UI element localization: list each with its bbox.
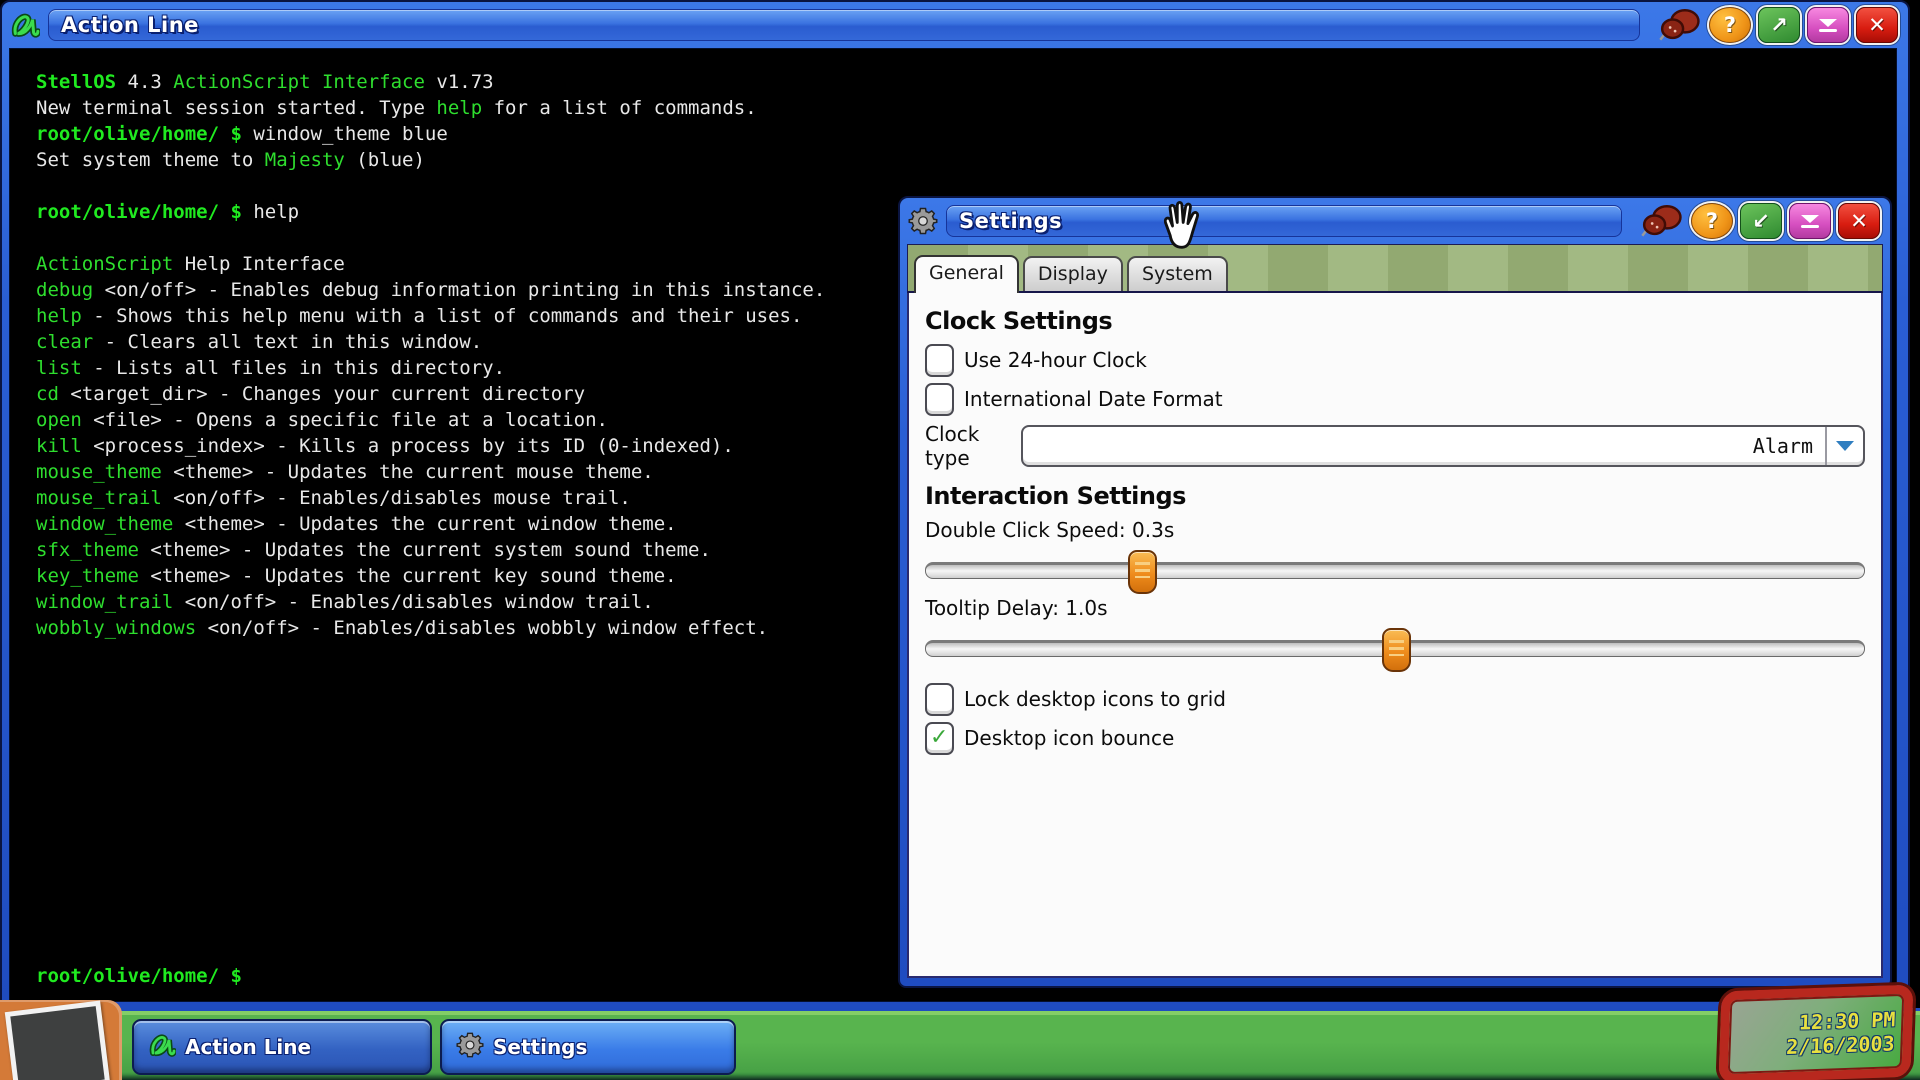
intl-date-label: International Date Format xyxy=(964,387,1223,411)
photo-icon xyxy=(5,1000,111,1080)
use-24hr-row: Use 24-hour Clock xyxy=(925,343,1865,377)
intl-date-row: International Date Format xyxy=(925,382,1865,416)
maximize-button[interactable]: ↗ xyxy=(1758,7,1800,43)
taskbar-button-settings[interactable]: Settings xyxy=(440,1019,736,1075)
clock-settings-heading: Clock Settings xyxy=(925,307,1865,335)
terminal-line: Set system theme to Majesty (blue) xyxy=(36,147,1896,173)
double-click-speed-label: Double Click Speed: 0.3s xyxy=(925,518,1865,542)
lock-grid-row: Lock desktop icons to grid xyxy=(925,682,1865,716)
tooltip-delay-label: Tooltip Delay: 1.0s xyxy=(925,596,1865,620)
clock-type-value: Alarm xyxy=(1023,434,1825,458)
tab-display[interactable]: Display xyxy=(1023,256,1123,291)
minimize-icon xyxy=(1819,19,1837,27)
action-line-icon xyxy=(148,1031,176,1063)
use-24hr-label: Use 24-hour Clock xyxy=(964,348,1147,372)
settings-title: Settings xyxy=(959,209,1062,233)
start-button[interactable] xyxy=(0,1000,122,1080)
interaction-settings-heading: Interaction Settings xyxy=(925,482,1865,510)
tooltip-delay-slider xyxy=(925,626,1865,668)
action-line-title-inset: Action Line xyxy=(48,9,1640,41)
restore-button[interactable]: ↙ xyxy=(1740,203,1782,239)
lock-grid-label: Lock desktop icons to grid xyxy=(964,687,1226,711)
minimize-bar-icon xyxy=(1801,225,1819,228)
taskbar-button-action-line[interactable]: Action Line xyxy=(132,1019,432,1075)
help-button[interactable]: ? xyxy=(1709,7,1751,43)
hand-cursor xyxy=(1158,200,1206,252)
icon-bounce-row: Desktop icon bounce xyxy=(925,721,1865,755)
icon-bounce-checkbox[interactable] xyxy=(925,722,954,755)
window-settings: Settings ? ↙ ✕ xyxy=(898,196,1892,988)
minimize-button[interactable] xyxy=(1807,7,1849,43)
use-24hr-checkbox[interactable] xyxy=(925,344,954,377)
desktop: Action Line ? ↗ ✕ xyxy=(0,0,1920,1080)
chevron-down-icon xyxy=(1836,441,1854,451)
settings-controls: ? ↙ ✕ xyxy=(1640,203,1880,239)
settings-title-inset: Settings xyxy=(946,205,1622,237)
action-line-titlebar[interactable]: Action Line ? ↗ ✕ xyxy=(2,2,1908,48)
terminal-line: StellOS 4.3 ActionScript Interface v1.73 xyxy=(36,69,1896,95)
terminal-line: root/olive/home/ $ window_theme blue xyxy=(36,121,1896,147)
slider-track[interactable] xyxy=(925,562,1865,579)
mascot-icon xyxy=(1640,204,1684,238)
icon-bounce-label: Desktop icon bounce xyxy=(964,726,1174,750)
taskbar: Action Line Settings 12:30 PM 2/16/2003 xyxy=(0,1008,1920,1080)
action-line-icon xyxy=(10,10,40,40)
close-button[interactable]: ✕ xyxy=(1838,203,1880,239)
minimize-button[interactable] xyxy=(1789,203,1831,239)
tab-system[interactable]: System xyxy=(1127,256,1228,291)
terminal-prompt[interactable]: root/olive/home/ $ xyxy=(36,965,242,987)
tray-clock[interactable]: 12:30 PM 2/16/2003 xyxy=(1718,985,1913,1080)
settings-tabstrip: General Display System xyxy=(907,244,1883,293)
dropdown-arrow-box[interactable] xyxy=(1825,427,1863,465)
close-button[interactable]: ✕ xyxy=(1856,7,1898,43)
minimize-bar-icon xyxy=(1819,29,1837,32)
intl-date-checkbox[interactable] xyxy=(925,383,954,416)
taskbar-label: Settings xyxy=(493,1035,587,1059)
action-line-title: Action Line xyxy=(61,13,199,37)
settings-titlebar[interactable]: Settings ? ↙ ✕ xyxy=(900,198,1890,244)
slider-thumb[interactable] xyxy=(1128,550,1157,594)
help-button[interactable]: ? xyxy=(1691,203,1733,239)
tab-general[interactable]: General xyxy=(914,255,1019,293)
gear-icon xyxy=(456,1031,484,1063)
mascot-icon xyxy=(1658,8,1702,42)
lock-grid-checkbox[interactable] xyxy=(925,683,954,716)
clock-type-label: Clock type xyxy=(925,422,1021,470)
gear-icon xyxy=(908,206,938,236)
slider-thumb[interactable] xyxy=(1382,628,1411,672)
taskbar-label: Action Line xyxy=(185,1035,311,1059)
clock-date: 2/16/2003 xyxy=(1728,1031,1895,1061)
clock-type-row: Clock type Alarm xyxy=(925,422,1865,470)
minimize-icon xyxy=(1801,215,1819,223)
settings-content: Clock Settings Use 24-hour Clock Interna… xyxy=(907,293,1883,978)
double-click-speed-slider xyxy=(925,548,1865,590)
clock-type-dropdown[interactable]: Alarm xyxy=(1021,425,1865,467)
action-line-controls: ? ↗ ✕ xyxy=(1658,7,1898,43)
terminal-line: New terminal session started. Type help … xyxy=(36,95,1896,121)
